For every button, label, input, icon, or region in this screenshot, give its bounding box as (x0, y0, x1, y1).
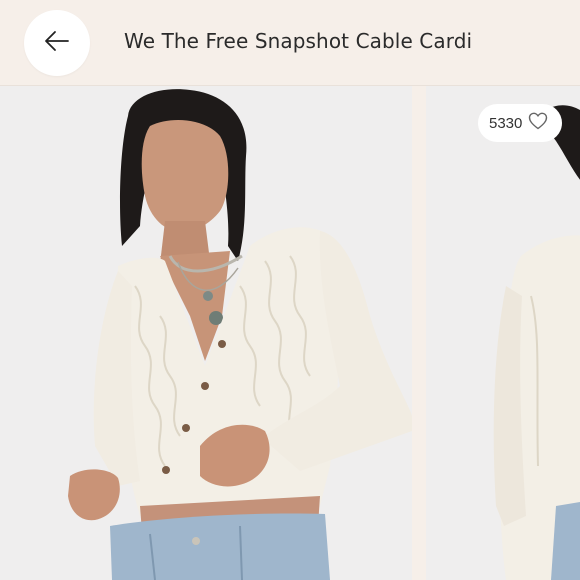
listing-photo-next[interactable] (426, 86, 580, 580)
arrow-left-icon (44, 30, 70, 57)
header: We The Free Snapshot Cable Cardi (0, 0, 580, 86)
back-button[interactable] (24, 10, 90, 76)
listing-photo-main[interactable] (0, 86, 412, 580)
listing-title: We The Free Snapshot Cable Cardi (124, 29, 473, 53)
heart-outline-icon (528, 112, 548, 135)
like-count: 5330 (489, 114, 523, 132)
photo-gallery[interactable]: 5330 (0, 86, 580, 580)
like-button[interactable]: 5330 (478, 104, 562, 142)
